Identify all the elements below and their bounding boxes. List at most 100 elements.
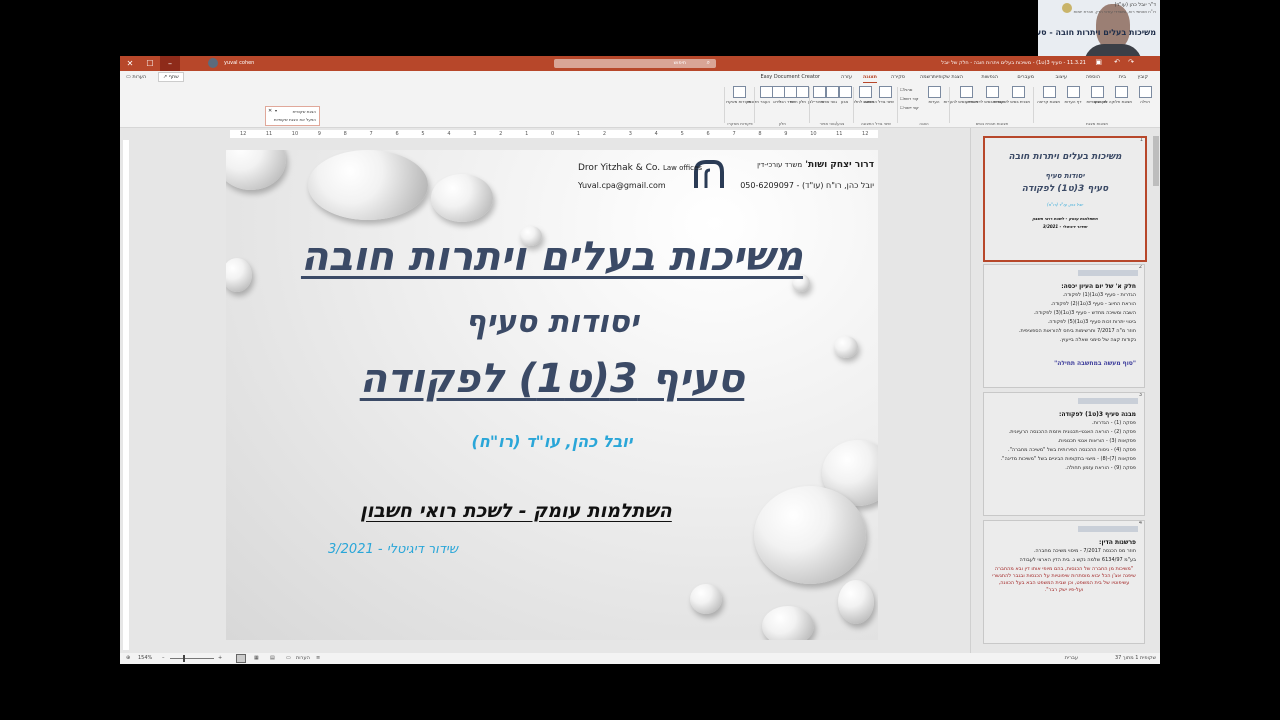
tab-0[interactable]: קובץ (1138, 74, 1149, 80)
ribbon-button-label: תבנית בסיס להערות (943, 99, 978, 104)
horizontal-ruler[interactable]: 12 11 10 9 8 7 6 5 4 3 2 1 0 1 2 3 4 5 6 7 8 9 10 11 12 (230, 130, 878, 138)
reading-view-icon[interactable]: ▤ (270, 655, 275, 661)
tab-10[interactable]: עזרה (841, 74, 852, 80)
normal-view-icon[interactable] (236, 654, 246, 663)
ribbon-button-icon (1090, 86, 1104, 98)
slide-thumbnail-panel[interactable]: 1 משיכות בעלים ויתרות חובה יסודות סעיף סעיף… (970, 128, 1153, 653)
tab-2[interactable]: הוספה (1086, 74, 1100, 80)
thumbnail-text-line: נקודות קצה של סימני שאלה בייעוץ. (1059, 337, 1136, 343)
slide-broadcast: שידור דיגיטלי - 3/2021 (328, 542, 458, 557)
maximize-icon[interactable]: ☐ (140, 56, 160, 71)
language-indicator[interactable]: עברית (1065, 655, 1078, 661)
ribbon-group-4: צבע גווני אפור שחור-לבן צבע/גווני אפור (808, 83, 854, 127)
tab-6[interactable]: הצגת שקופיות (932, 74, 963, 80)
vertical-ruler[interactable] (123, 140, 129, 650)
ribbon-button-0-4[interactable]: תצוגת קריאה (1037, 86, 1060, 110)
slide-thumbnail-2[interactable]: 2 חלק א' של יום העיון יכסה: הגדרות - סעיף … (983, 264, 1145, 388)
ribbon-button-0-1[interactable]: תצוגת חלוקה לנושאים (1094, 86, 1132, 110)
ribbon-button-1-2[interactable]: תבנית בסיס להערות (943, 86, 978, 110)
close-icon[interactable]: ✕ (120, 56, 140, 71)
ribbon-button-4-1[interactable]: גווני אפור (820, 86, 839, 110)
ribbon-separator (724, 87, 725, 123)
zoom-level[interactable]: 154% (138, 655, 152, 661)
zoom-out-icon[interactable]: – (162, 655, 165, 661)
ribbon-button-3-1[interactable]: התאם לחלון (853, 86, 874, 110)
ribbon-button-5-3[interactable]: העבר חלונות (747, 86, 773, 110)
slideshow-icon[interactable]: ▭ (286, 655, 291, 661)
ribbon-button-icon (813, 86, 826, 98)
webcam-subtitle: רו"ח ושותפי רוח, ומשרדי עורכי הדין, חברת… (1073, 9, 1156, 14)
ribbon-tabs: ▭ הערות ↗ שתף קובץ בית הוספה עיצוב מעברים הנפ… (120, 71, 1160, 83)
ribbon-button-3-0[interactable]: שינוי גודל התצוגה (864, 86, 894, 110)
ribbon-button-5-1[interactable]: סדר הכל (779, 86, 797, 110)
chevron-down-icon[interactable]: ▾ (275, 108, 277, 113)
tab-3[interactable]: עיצוב (1056, 74, 1067, 80)
zoom-slider[interactable] (170, 655, 214, 662)
tab-4[interactable]: מעברים (1017, 74, 1034, 80)
slide-canvas[interactable]: דרור יצחק ושות' משרד עורכי-דין Dror Yitz… (226, 150, 878, 640)
ribbon-checkbox-1[interactable]: קווי רשת☐ (900, 96, 919, 101)
thumbnail-text-line: "משיכות מן החברה של הכנסות, בהם מיופי או… (992, 566, 1136, 593)
ribbon-button-0-0[interactable]: רגילה (1134, 86, 1156, 110)
tab-11[interactable]: Easy Document Creator (760, 74, 820, 80)
ribbon-button-icon (826, 86, 839, 98)
ribbon-button-label: העבר חלונות (747, 99, 770, 104)
thumbnail-scrollbar[interactable] (1152, 128, 1160, 653)
slide-thumbnail-4[interactable]: 4 פרשנות הדין: חוזר מס הכנסה 7/2017 - מיסו… (983, 520, 1145, 644)
tab-8[interactable]: סקירה (891, 74, 905, 80)
ribbon-group-3: שינוי גודל התצוגה התאם לחלון שינוי גודל הת… (853, 83, 898, 127)
tab-9[interactable]: תצוגה (862, 74, 878, 83)
float-panel-action[interactable]: הפעל את הצגת שקופיות (274, 117, 316, 122)
slide-thumbnail-1[interactable]: 1 משיכות בעלים ויתרות חובה יסודות סעיף סעיף… (983, 136, 1147, 262)
ribbon-checkbox-0[interactable]: סרגל☐ (900, 87, 912, 92)
ruler-tick-label: 5 (421, 131, 425, 137)
slide-author: יובל כהן, עו"ד (רו"ח) (471, 432, 633, 451)
user-avatar[interactable] (208, 58, 218, 68)
ribbon-button-4-0[interactable]: צבע (839, 86, 852, 110)
ribbon-button-1-1[interactable]: תבנית בסיס לדפי מידע (966, 86, 1004, 110)
thumbnail-text-line: יובל כהן, עו"ד (רו"ח) (1046, 202, 1083, 207)
tab-1[interactable]: בית (1119, 74, 1126, 80)
minimize-icon[interactable]: – (160, 56, 180, 71)
ribbon-checkbox-2[interactable]: קווי יישור☐ (900, 105, 919, 110)
close-icon[interactable]: ✕ (268, 108, 272, 114)
scrollbar-thumb[interactable] (1153, 136, 1159, 186)
ribbon-group-label: הצגה (919, 121, 929, 126)
zoom-slider-thumb[interactable] (183, 655, 185, 662)
thumbnail-number: 4 (1138, 520, 1142, 526)
ribbon-button-2-0[interactable]: הערות (922, 86, 946, 110)
firm-logo-icon (1062, 3, 1072, 13)
ribbon-button-5-0[interactable]: חלון חדש (790, 86, 809, 110)
ribbon-button-0-2[interactable]: מיון שקופיות (1086, 86, 1108, 110)
firm-name-english: Dror Yitzhak & Co. Law offices (578, 163, 702, 173)
ribbon-button-5-2[interactable]: דירוג (772, 86, 785, 110)
ribbon-button-icon (1138, 86, 1152, 98)
thumbnail-text-line: השבה ומשיכה מחדש - סעיף 3(ט1)(3) לפקודה. (1033, 310, 1136, 316)
ruler-tick-label: 9 (317, 131, 321, 137)
save-icon[interactable]: ▣ (1095, 58, 1102, 66)
tab-7[interactable]: רשמה (920, 74, 933, 80)
tab-5[interactable]: הנפשות (981, 74, 998, 80)
ribbon-group-label: תצוגות תבנית בסיס (975, 121, 1009, 126)
notes-icon[interactable]: ≡ (316, 655, 320, 661)
notes-button[interactable]: הערות (296, 655, 310, 661)
slide-sorter-icon[interactable]: ▦ (254, 655, 259, 661)
undo-icon[interactable]: ↶ (1114, 58, 1120, 66)
ribbon-group-label: צבע/גווני אפור (819, 121, 845, 126)
thumbnail-text-line: משיכות בעלים ויתרות חובה (1008, 152, 1122, 162)
comments-button[interactable]: ▭ הערות (126, 74, 146, 80)
share-button[interactable]: ↗ שתף (158, 72, 184, 82)
slide-thumbnail-3[interactable]: 3 מבנה סעיף 3(ט1) לפקודה: פסקה (1) - הגדרו… (983, 392, 1145, 516)
ribbon-button-6-0[interactable]: פקודות מאקרו (726, 86, 751, 110)
ribbon-button-label: גווני אפור (820, 99, 837, 104)
ribbon-button-4-2[interactable]: שחור-לבן (808, 86, 826, 110)
slideshow-floating-panel[interactable]: ✕ ▾ הצגת שקופית הפעל את הצגת שקופיות (265, 106, 320, 126)
user-name[interactable]: yuval cohen (224, 60, 254, 66)
redo-icon[interactable]: ↷ (1128, 58, 1134, 66)
zoom-in-icon[interactable]: + (218, 655, 222, 661)
ribbon-button-0-3[interactable]: דף הערות (1062, 86, 1084, 110)
zoom-fit-icon[interactable]: ⊕ (126, 655, 130, 661)
thumbnail-text-line: מבנה סעיף 3(ט1) לפקודה: (1058, 411, 1136, 418)
ribbon-button-1-0[interactable]: תבנית בסיס לשקופיות (993, 86, 1030, 110)
search-box[interactable]: חיפוש ⌕ (554, 59, 716, 68)
